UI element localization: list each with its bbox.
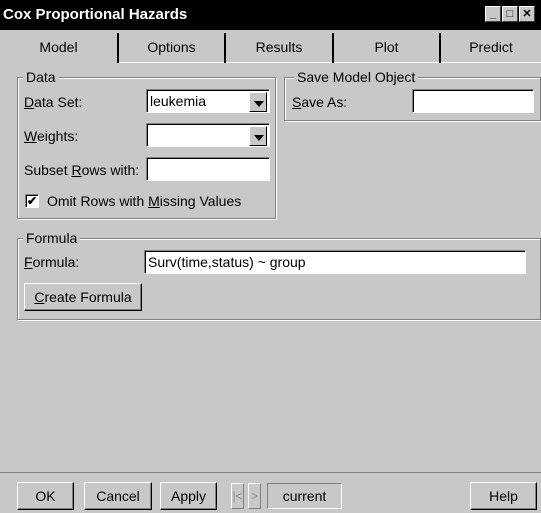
tab-strip: Model Options Results Plot Predict xyxy=(0,30,541,63)
create-formula-button[interactable]: Create Formula xyxy=(24,283,142,311)
chevron-down-icon xyxy=(254,101,264,107)
tab-options[interactable]: Options xyxy=(119,33,226,63)
tab-plot[interactable]: Plot xyxy=(334,33,441,63)
dataset-dropdown[interactable]: leukemia xyxy=(146,89,270,113)
previous-icon[interactable]: |< xyxy=(231,483,244,509)
title-bar: Cox Proportional Hazards _ □ ✕ xyxy=(0,0,541,30)
formula-label: Formula: xyxy=(24,254,80,270)
help-button[interactable]: Help xyxy=(470,482,537,510)
tab-results[interactable]: Results xyxy=(226,33,334,63)
current-indicator: current xyxy=(267,483,342,509)
subset-label: Subset Rows with: xyxy=(24,162,140,178)
weights-label: Weights: xyxy=(24,128,79,144)
save-as-input[interactable] xyxy=(412,89,534,113)
ok-button[interactable]: OK xyxy=(17,482,74,510)
dataset-dropdown-button[interactable] xyxy=(249,92,267,112)
data-group-title: Data xyxy=(23,69,59,85)
window-title: Cox Proportional Hazards xyxy=(3,6,188,23)
apply-button[interactable]: Apply xyxy=(160,482,217,510)
save-as-label: Save As: xyxy=(292,94,348,110)
dataset-label: Data Set: xyxy=(24,94,83,110)
tab-predict[interactable]: Predict xyxy=(441,33,541,63)
formula-group-title: Formula xyxy=(23,230,81,246)
cancel-button[interactable]: Cancel xyxy=(84,482,152,510)
chevron-down-icon xyxy=(254,135,264,141)
weights-dropdown[interactable] xyxy=(146,123,270,147)
weights-dropdown-button[interactable] xyxy=(249,126,267,146)
omit-missing-checkbox[interactable]: ✔ xyxy=(25,194,39,208)
next-icon[interactable]: > xyxy=(248,483,261,509)
maximize-button[interactable]: □ xyxy=(502,6,518,22)
dialog-window: Cox Proportional Hazards _ □ ✕ Model Opt… xyxy=(0,0,541,513)
minimize-button[interactable]: _ xyxy=(485,6,501,22)
subset-input[interactable] xyxy=(146,157,270,181)
dataset-value: leukemia xyxy=(150,93,207,109)
omit-missing-label: Omit Rows with Missing Values xyxy=(47,193,242,209)
close-button[interactable]: ✕ xyxy=(519,6,535,22)
tab-model[interactable]: Model xyxy=(0,33,119,63)
save-model-group-title: Save Model Object xyxy=(294,69,419,85)
formula-input[interactable]: Surv(time,status) ~ group xyxy=(144,250,526,274)
